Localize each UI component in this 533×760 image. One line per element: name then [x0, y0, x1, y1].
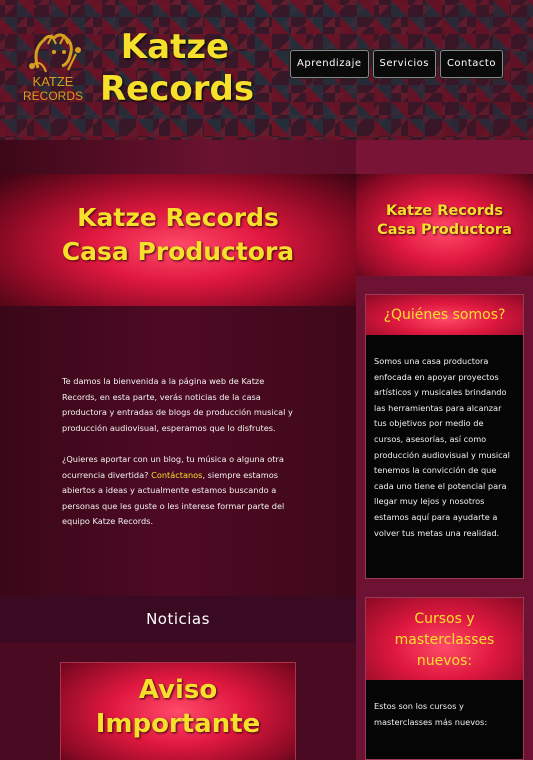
divider-stripe — [0, 140, 356, 174]
hero-title-line2: Casa Productora — [61, 237, 295, 266]
news-heading: Noticias — [0, 596, 356, 642]
hero-title: Katze Records Casa Productora — [0, 174, 356, 269]
nav-servicios-button[interactable]: Servicios — [372, 50, 436, 78]
about-card-title: ¿Quiénes somos? — [366, 295, 523, 335]
sidebar-hero-line1: Katze Records — [386, 203, 503, 219]
logo-text-records: RECORDS — [23, 89, 83, 103]
courses-card-body: Estos son los cursos y masterclasses más… — [374, 701, 488, 727]
courses-card-title: Cursos y masterclasses nuevos: — [366, 598, 523, 680]
sidebar-hero-title: Katze Records Casa Productora — [356, 174, 533, 240]
news-card-title-line1: Aviso — [138, 675, 218, 705]
brand-title[interactable]: Katze Records — [100, 26, 254, 110]
courses-title-line3: nuevos: — [416, 653, 473, 669]
nav-aprendizaje-button[interactable]: Aprendizaje — [290, 50, 369, 78]
about-card: ¿Quiénes somos? Somos una casa productor… — [365, 294, 524, 579]
intro-section: Te damos la bienvenida a la página web d… — [0, 306, 356, 596]
news-card[interactable]: Aviso Importante — [60, 662, 296, 760]
intro-paragraph-2: ¿Quieres aportar con un blog, tu música … — [62, 452, 294, 530]
hero-banner: Katze Records Casa Productora — [0, 174, 356, 306]
about-card-body: Somos una casa productora enfocada en ap… — [374, 356, 510, 538]
courses-title-line2: masterclasses — [394, 632, 495, 648]
sidebar-hero-line2: Casa Productora — [377, 222, 512, 238]
logo-text-katze: KATZE — [33, 74, 74, 89]
site-header: KATZE RECORDS Katze Records Aprendizaje … — [0, 0, 533, 140]
courses-title-line1: Cursos y — [414, 611, 475, 627]
nav-contacto-button[interactable]: Contacto — [439, 50, 503, 78]
news-card-title-line2: Importante — [95, 709, 261, 739]
hero-title-line1: Katze Records — [77, 203, 279, 232]
sidebar-top-stripe — [356, 140, 533, 174]
intro-paragraph-1: Te damos la bienvenida a la página web d… — [62, 376, 293, 433]
news-card-title: Aviso Importante — [61, 663, 295, 741]
courses-card: Cursos y masterclasses nuevos: Estos son… — [365, 597, 524, 760]
main-nav: Aprendizaje Servicios Contacto — [290, 50, 503, 78]
sidebar-hero: Katze Records Casa Productora — [356, 174, 533, 276]
contact-link[interactable]: Contáctanos — [151, 470, 202, 480]
intro-text: Te damos la bienvenida a la página web d… — [62, 374, 294, 530]
katze-records-logo[interactable]: KATZE RECORDS — [18, 30, 88, 110]
